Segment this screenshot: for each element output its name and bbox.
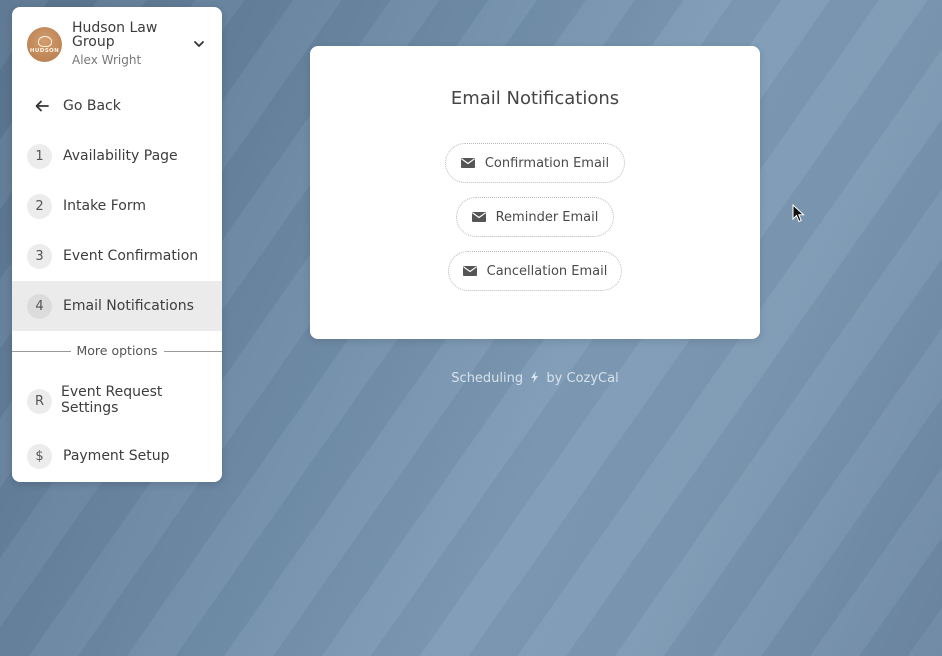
sidebar-item-label: Email Notifications: [63, 298, 194, 314]
sidebar-item-label: Availability Page: [63, 148, 178, 164]
chevron-down-icon[interactable]: [192, 37, 206, 51]
step-badge: 2: [27, 193, 52, 219]
sidebar-item-event-request-settings[interactable]: R Event Request Settings: [12, 376, 222, 426]
page-title: Email Notifications: [450, 88, 620, 109]
sidebar-item-intake-form[interactable]: 2 Intake Form: [12, 181, 222, 231]
go-back-button[interactable]: Go Back: [12, 81, 222, 131]
reminder-email-button[interactable]: Reminder Email: [456, 197, 614, 237]
sidebar-item-availability-page[interactable]: 1 Availability Page: [12, 131, 222, 181]
envelope-icon: [462, 266, 477, 276]
user-name: Alex Wright: [72, 53, 142, 67]
sidebar: HUDSON Hudson Law Group Alex Wright Go B…: [12, 7, 222, 482]
sidebar-item-label: Event Request Settings: [61, 384, 163, 416]
button-label: Reminder Email: [495, 209, 599, 225]
button-label: Cancellation Email: [486, 263, 608, 279]
email-notifications-card: Email Notifications Confirmation Email R…: [310, 46, 760, 339]
sidebar-item-payment-setup[interactable]: $ Payment Setup: [12, 431, 222, 481]
sidebar-item-event-confirmation[interactable]: 3 Event Confirmation: [12, 231, 222, 281]
powered-by-footer[interactable]: Scheduling by CozyCal: [310, 371, 760, 386]
confirmation-email-button[interactable]: Confirmation Email: [445, 143, 625, 183]
mouse-cursor-icon: [792, 204, 805, 223]
sidebar-item-label: Event Confirmation: [63, 248, 199, 264]
step-badge: $: [27, 443, 52, 469]
envelope-icon: [471, 212, 486, 222]
sidebar-item-label: Payment Setup: [63, 448, 170, 464]
step-badge: R: [27, 388, 52, 414]
organization-logo: HUDSON: [27, 27, 62, 62]
step-badge: 3: [27, 243, 52, 269]
arrow-left-icon: [35, 100, 49, 112]
cancellation-email-button[interactable]: Cancellation Email: [448, 251, 622, 291]
envelope-icon: [460, 158, 475, 168]
go-back-label: Go Back: [63, 98, 121, 114]
more-options-label: More options: [70, 343, 164, 358]
lightning-icon: [531, 371, 539, 383]
step-badge: 4: [27, 293, 52, 319]
footer-suffix: by CozyCal: [546, 371, 619, 386]
sidebar-item-email-notifications[interactable]: 4 Email Notifications: [12, 281, 222, 331]
footer-prefix: Scheduling: [451, 371, 524, 386]
more-options-divider: More options: [12, 341, 222, 361]
sidebar-item-label: Intake Form: [63, 198, 147, 214]
organization-name: Hudson Law Group: [72, 20, 158, 50]
organization-switcher[interactable]: HUDSON Hudson Law Group Alex Wright: [12, 7, 222, 81]
button-label: Confirmation Email: [484, 155, 610, 171]
step-badge: 1: [27, 143, 52, 169]
